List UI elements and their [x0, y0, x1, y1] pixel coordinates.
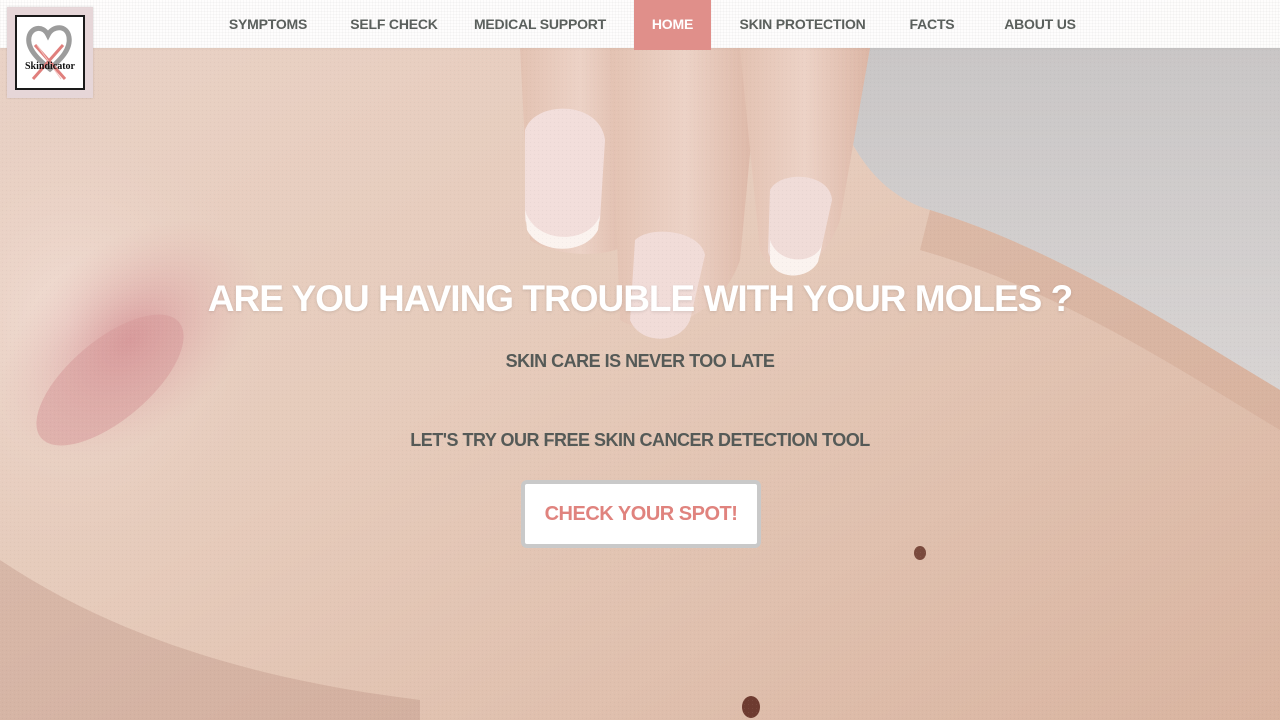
- logo-frame: Skindicator: [15, 15, 85, 90]
- site-logo[interactable]: Skindicator: [7, 7, 93, 98]
- nav-item-skin-protection[interactable]: SKIN PROTECTION: [735, 0, 870, 50]
- nav-item-medical-support[interactable]: MEDICAL SUPPORT: [470, 0, 610, 50]
- hero-subtitle: SKIN CARE IS NEVER TOO LATE: [505, 351, 775, 371]
- logo-text: Skindicator: [24, 61, 75, 72]
- top-navigation-bar: SYMPTOMS SELF CHECK MEDICAL SUPPORT HOME…: [0, 0, 1280, 50]
- nav-item-facts[interactable]: FACTS: [896, 0, 968, 50]
- check-your-spot-button[interactable]: CHECK YOUR SPOT!: [521, 480, 761, 548]
- nav-item-about-us[interactable]: ABOUT US: [994, 0, 1086, 50]
- nav-item-symptoms[interactable]: SYMPTOMS: [218, 0, 318, 50]
- hero-tagline: LET'S TRY OUR FREE SKIN CANCER DETECTION…: [410, 430, 870, 450]
- hero-title: ARE YOU HAVING TROUBLE WITH YOUR MOLES ?: [207, 278, 1073, 319]
- nav-item-self-check[interactable]: SELF CHECK: [344, 0, 444, 50]
- heart-ribbon-cross-icon: [26, 25, 72, 80]
- nav-item-home[interactable]: HOME: [634, 0, 711, 50]
- page: SYMPTOMS SELF CHECK MEDICAL SUPPORT HOME…: [0, 0, 1280, 720]
